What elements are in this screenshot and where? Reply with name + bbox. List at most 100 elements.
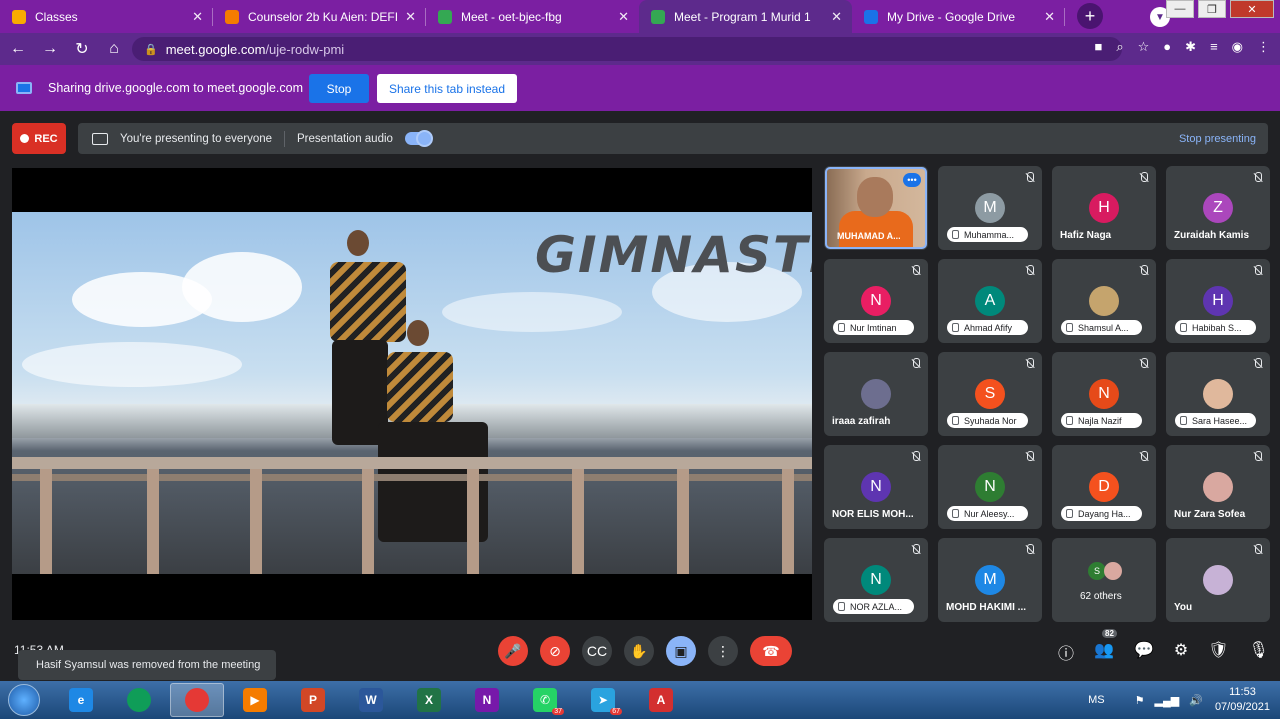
taskbar-acrobat[interactable]: A <box>634 683 688 717</box>
lock-icon[interactable]: 🔒 <box>144 43 158 56</box>
taskbar-edge[interactable] <box>112 683 166 717</box>
activities-icon[interactable]: ⚙ <box>1174 640 1188 664</box>
close-tab-icon[interactable]: ✕ <box>618 9 629 25</box>
participant-tile[interactable]: N Najla Nazif <box>1052 352 1156 436</box>
taskbar-powerpoint[interactable]: P <box>286 683 340 717</box>
participant-tile[interactable]: S Syuhada Nor <box>938 352 1042 436</box>
presentation-stage: GIMNASTIK <box>12 168 812 620</box>
browser-tab[interactable]: My Drive - Google Drive ✕ <box>852 0 1065 33</box>
participant-tile[interactable]: M MOHD HAKIMI ... <box>938 538 1042 622</box>
taskbar-chrome[interactable] <box>170 683 224 717</box>
participant-tile[interactable]: H Habibah S... <box>1166 259 1270 343</box>
participant-tile[interactable]: Z Zuraidah Kamis <box>1166 166 1270 250</box>
leave-call-icon[interactable]: ☎ <box>750 636 792 666</box>
close-window-button[interactable]: ✕ <box>1230 0 1274 18</box>
host-controls-icon[interactable]: 🛡 <box>1208 640 1228 664</box>
presentation-audio-label: Presentation audio <box>297 132 393 145</box>
recording-badge[interactable]: REC <box>12 123 66 154</box>
participant-tile[interactable]: N NOR AZLA... <box>824 538 928 622</box>
present-icon[interactable]: ▣ <box>666 636 696 666</box>
participant-tile[interactable]: S 62 others <box>1052 538 1156 622</box>
home-icon[interactable]: ⌂ <box>100 40 128 58</box>
participant-tile[interactable]: N Nur Imtinan <box>824 259 928 343</box>
avatar[interactable]: ◉ <box>1232 39 1243 55</box>
presentation-audio-toggle[interactable] <box>404 130 433 147</box>
gimnastik-title: GIMNASTIK <box>535 226 812 284</box>
tab-favicon-icon <box>864 9 878 24</box>
taskbar-whatsapp[interactable]: ✆ 37 <box>518 683 572 717</box>
browser-tab[interactable]: Meet - Program 1 Murid 1 ✕ <box>639 0 852 33</box>
forward-icon[interactable]: → <box>36 40 64 58</box>
taskbar-onenote[interactable]: N <box>460 683 514 717</box>
more-options-icon[interactable]: ⋮ <box>708 636 738 666</box>
raise-hand-icon[interactable]: ✋ <box>624 636 654 666</box>
start-button[interactable] <box>8 684 40 716</box>
system-clock[interactable]: 11:53 07/09/2021 <box>1215 685 1270 715</box>
extensions-icon[interactable]: ✱ <box>1185 39 1196 55</box>
participant-name: NOR AZLA... <box>833 599 914 614</box>
new-tab-button[interactable]: + <box>1077 3 1103 29</box>
meeting-info-icon[interactable]: ⓘ <box>1058 640 1074 664</box>
stop-presenting-button[interactable]: Stop presenting <box>1179 133 1256 145</box>
participant-tile[interactable]: iraaa zafirah <box>824 352 928 436</box>
network-icon[interactable]: ▂▄▆ <box>1155 694 1180 707</box>
minimize-button[interactable]: — <box>1166 0 1194 18</box>
extension-bulb-icon[interactable]: ● <box>1163 39 1171 55</box>
browser-menu-icon[interactable]: ⋮ <box>1257 39 1270 55</box>
captions-icon[interactable]: CC <box>582 636 612 666</box>
language-indicator[interactable]: MS <box>1088 694 1105 706</box>
participant-tile[interactable]: Nur Zara Sofea <box>1166 445 1270 529</box>
taskbar-excel[interactable]: X <box>402 683 456 717</box>
reload-icon[interactable]: ↻ <box>68 39 96 59</box>
mic-muted-icon <box>1026 544 1034 555</box>
participant-tile[interactable]: D Dayang Ha... <box>1052 445 1156 529</box>
back-icon[interactable]: ← <box>4 40 32 58</box>
participant-tile[interactable]: H Hafiz Naga <box>1052 166 1156 250</box>
taskbar-word[interactable]: W <box>344 683 398 717</box>
participant-name: Nur Aleesy... <box>947 506 1028 521</box>
participant-tile[interactable]: N NOR ELIS MOH... <box>824 445 928 529</box>
participant-tile[interactable]: Sara Hasee... <box>1166 352 1270 436</box>
reading-list-icon[interactable]: ≡ <box>1210 39 1218 55</box>
participant-tile[interactable]: M Muhamma... <box>938 166 1042 250</box>
zoom-icon[interactable]: ⌕ <box>1116 39 1123 55</box>
close-tab-icon[interactable]: ✕ <box>405 9 416 25</box>
avatar: S <box>975 379 1005 409</box>
screen-share-icon <box>16 82 32 94</box>
camera-off-icon[interactable]: ⊘ <box>540 636 570 666</box>
taskbar-telegram[interactable]: ➤ 67 <box>576 683 630 717</box>
browser-tab[interactable]: Meet - oet-bjec-fbg ✕ <box>426 0 639 33</box>
close-tab-icon[interactable]: ✕ <box>192 9 203 25</box>
volume-icon[interactable]: 🔊 <box>1189 694 1203 707</box>
tab-favicon-icon <box>225 9 239 24</box>
browser-tab[interactable]: Classes ✕ <box>0 0 213 33</box>
chat-icon[interactable]: 💬 <box>1134 640 1154 664</box>
more-options-icon[interactable]: ••• <box>903 173 921 187</box>
bookmark-star-icon[interactable]: ☆ <box>1138 39 1150 55</box>
close-tab-icon[interactable]: ✕ <box>1044 9 1055 25</box>
mic-muted-icon <box>1026 358 1034 369</box>
participant-tile[interactable]: Shamsul A... <box>1052 259 1156 343</box>
url-field[interactable]: 🔒 meet.google.com/uje-rodw-pmi <box>132 37 1122 61</box>
camera-icon[interactable]: ■ <box>1095 39 1103 55</box>
avatar: N <box>1089 379 1119 409</box>
taskbar-internet-explorer[interactable]: e <box>54 683 108 717</box>
participant-tile[interactable]: You <box>1166 538 1270 622</box>
browser-tab[interactable]: Counselor 2b Ku Aien: DEFINIS ✕ <box>213 0 426 33</box>
people-icon[interactable]: 👥 82 <box>1094 629 1117 664</box>
participant-name: Muhamma... <box>947 227 1028 242</box>
stop-sharing-button[interactable]: Stop <box>309 74 369 103</box>
participant-tile[interactable]: A Ahmad Afify <box>938 259 1042 343</box>
close-tab-icon[interactable]: ✕ <box>831 9 842 25</box>
share-this-tab-button[interactable]: Share this tab instead <box>377 74 517 103</box>
mic-off-icon[interactable]: 🎤 <box>498 636 528 666</box>
mic-settings-icon[interactable]: 🎙 <box>1249 640 1269 664</box>
system-tray: MS ⚑ ▂▄▆ 🔊 11:53 07/09/2021 <box>1088 681 1270 719</box>
tray-flag-icon[interactable]: ⚑ <box>1135 694 1145 707</box>
tab-title: My Drive - Google Drive <box>887 9 1016 24</box>
participant-tile-host[interactable]: ••• MUHAMAD A... <box>824 166 928 250</box>
maximize-button[interactable]: ❐ <box>1198 0 1226 18</box>
avatar: N <box>861 565 891 595</box>
taskbar-media-player[interactable]: ▶ <box>228 683 282 717</box>
participant-tile[interactable]: N Nur Aleesy... <box>938 445 1042 529</box>
